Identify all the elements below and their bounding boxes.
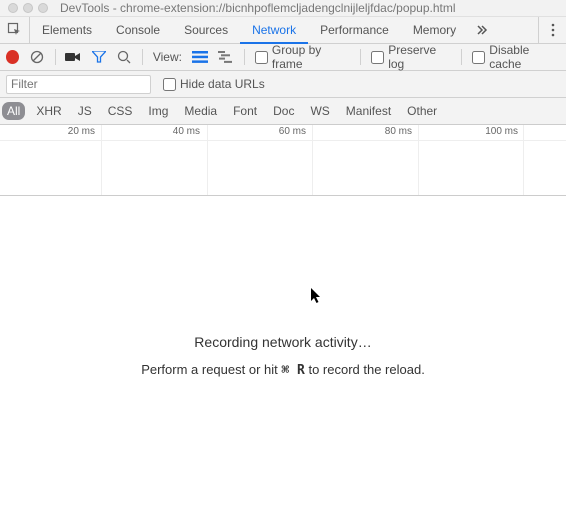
empty-state-subtitle: Perform a request or hit ⌘ R to record t… — [141, 362, 425, 378]
mouse-cursor-icon — [311, 288, 323, 304]
request-list-empty: Recording network activity… Perform a re… — [0, 196, 566, 516]
type-all[interactable]: All — [2, 102, 25, 120]
close-dot[interactable] — [8, 3, 18, 13]
disable-cache-checkbox[interactable]: Disable cache — [472, 43, 560, 71]
tab-console[interactable]: Console — [104, 17, 172, 44]
gridline — [523, 125, 524, 195]
gridline — [312, 125, 313, 195]
hotkey: ⌘ R — [281, 363, 304, 378]
chevron-double-right-icon — [476, 24, 488, 36]
type-filter-row: All XHR JS CSS Img Media Font Doc WS Man… — [0, 98, 566, 125]
inspect-element-button[interactable] — [0, 17, 30, 44]
large-rows-button[interactable] — [192, 49, 208, 65]
zoom-dot[interactable] — [38, 3, 48, 13]
record-button[interactable] — [6, 50, 19, 64]
gridline — [101, 125, 102, 195]
type-media[interactable]: Media — [179, 102, 222, 120]
type-manifest[interactable]: Manifest — [341, 102, 396, 120]
clear-icon — [30, 50, 44, 64]
timeline-overview[interactable]: 20 ms 40 ms 60 ms 80 ms 100 ms — [0, 125, 566, 196]
inspect-icon — [7, 22, 23, 38]
panel-tabs: Elements Console Sources Network Perform… — [0, 17, 566, 44]
empty-state-title: Recording network activity… — [194, 334, 371, 350]
type-ws[interactable]: WS — [305, 102, 334, 120]
divider — [142, 49, 143, 65]
tab-memory[interactable]: Memory — [401, 17, 468, 44]
timeline-ruler: 20 ms 40 ms 60 ms 80 ms 100 ms — [0, 125, 566, 141]
hide-data-urls-label: Hide data URLs — [180, 77, 265, 91]
type-doc[interactable]: Doc — [268, 102, 299, 120]
more-tabs-button[interactable] — [468, 17, 496, 44]
gridline — [207, 125, 208, 195]
type-other[interactable]: Other — [402, 102, 442, 120]
tab-network[interactable]: Network — [240, 17, 308, 44]
type-xhr[interactable]: XHR — [31, 102, 66, 120]
tick-20: 20 ms — [68, 126, 95, 137]
filter-toggle-button[interactable] — [91, 49, 106, 65]
camera-icon — [65, 51, 81, 63]
tab-elements[interactable]: Elements — [30, 17, 104, 44]
hide-data-urls-checkbox[interactable]: Hide data URLs — [163, 77, 265, 91]
minimize-dot[interactable] — [23, 3, 33, 13]
group-by-frame-label: Group by frame — [272, 43, 350, 71]
type-font[interactable]: Font — [228, 102, 262, 120]
filter-bar: Hide data URLs — [0, 71, 566, 98]
tick-80: 80 ms — [385, 126, 412, 137]
type-css[interactable]: CSS — [103, 102, 138, 120]
tab-performance[interactable]: Performance — [308, 17, 401, 44]
search-button[interactable] — [117, 49, 132, 65]
empty-prefix: Perform a request or hit — [141, 362, 281, 377]
divider — [55, 49, 56, 65]
tick-100: 100 ms — [485, 126, 518, 137]
list-icon — [192, 51, 208, 63]
empty-suffix: to record the reload. — [305, 362, 425, 377]
type-js[interactable]: JS — [73, 102, 97, 120]
divider — [244, 49, 245, 65]
traffic-lights — [0, 3, 48, 13]
gridline — [418, 125, 419, 195]
view-label: View: — [153, 50, 182, 64]
type-img[interactable]: Img — [143, 102, 173, 120]
screenshot-button[interactable] — [65, 49, 81, 65]
divider — [360, 49, 361, 65]
window-titlebar: DevTools - chrome-extension://bicnhpofle… — [0, 0, 566, 17]
disable-cache-label: Disable cache — [489, 43, 560, 71]
overview-toggle-button[interactable] — [218, 49, 234, 65]
filter-input[interactable] — [6, 75, 151, 94]
preserve-log-checkbox[interactable]: Preserve log — [371, 43, 451, 71]
kebab-icon — [551, 23, 555, 37]
tab-sources[interactable]: Sources — [172, 17, 240, 44]
group-by-frame-checkbox[interactable]: Group by frame — [255, 43, 350, 71]
preserve-log-label: Preserve log — [388, 43, 451, 71]
tick-40: 40 ms — [173, 126, 200, 137]
filter-icon — [92, 51, 106, 63]
window-title: DevTools - chrome-extension://bicnhpofle… — [60, 1, 456, 15]
search-icon — [117, 50, 131, 64]
waterfall-icon — [218, 51, 234, 63]
network-toolbar: View: Group by frame Preserve log Disabl… — [0, 44, 566, 71]
clear-button[interactable] — [29, 49, 44, 65]
tick-60: 60 ms — [279, 126, 306, 137]
devtools-menu-button[interactable] — [538, 17, 566, 44]
divider — [461, 49, 462, 65]
